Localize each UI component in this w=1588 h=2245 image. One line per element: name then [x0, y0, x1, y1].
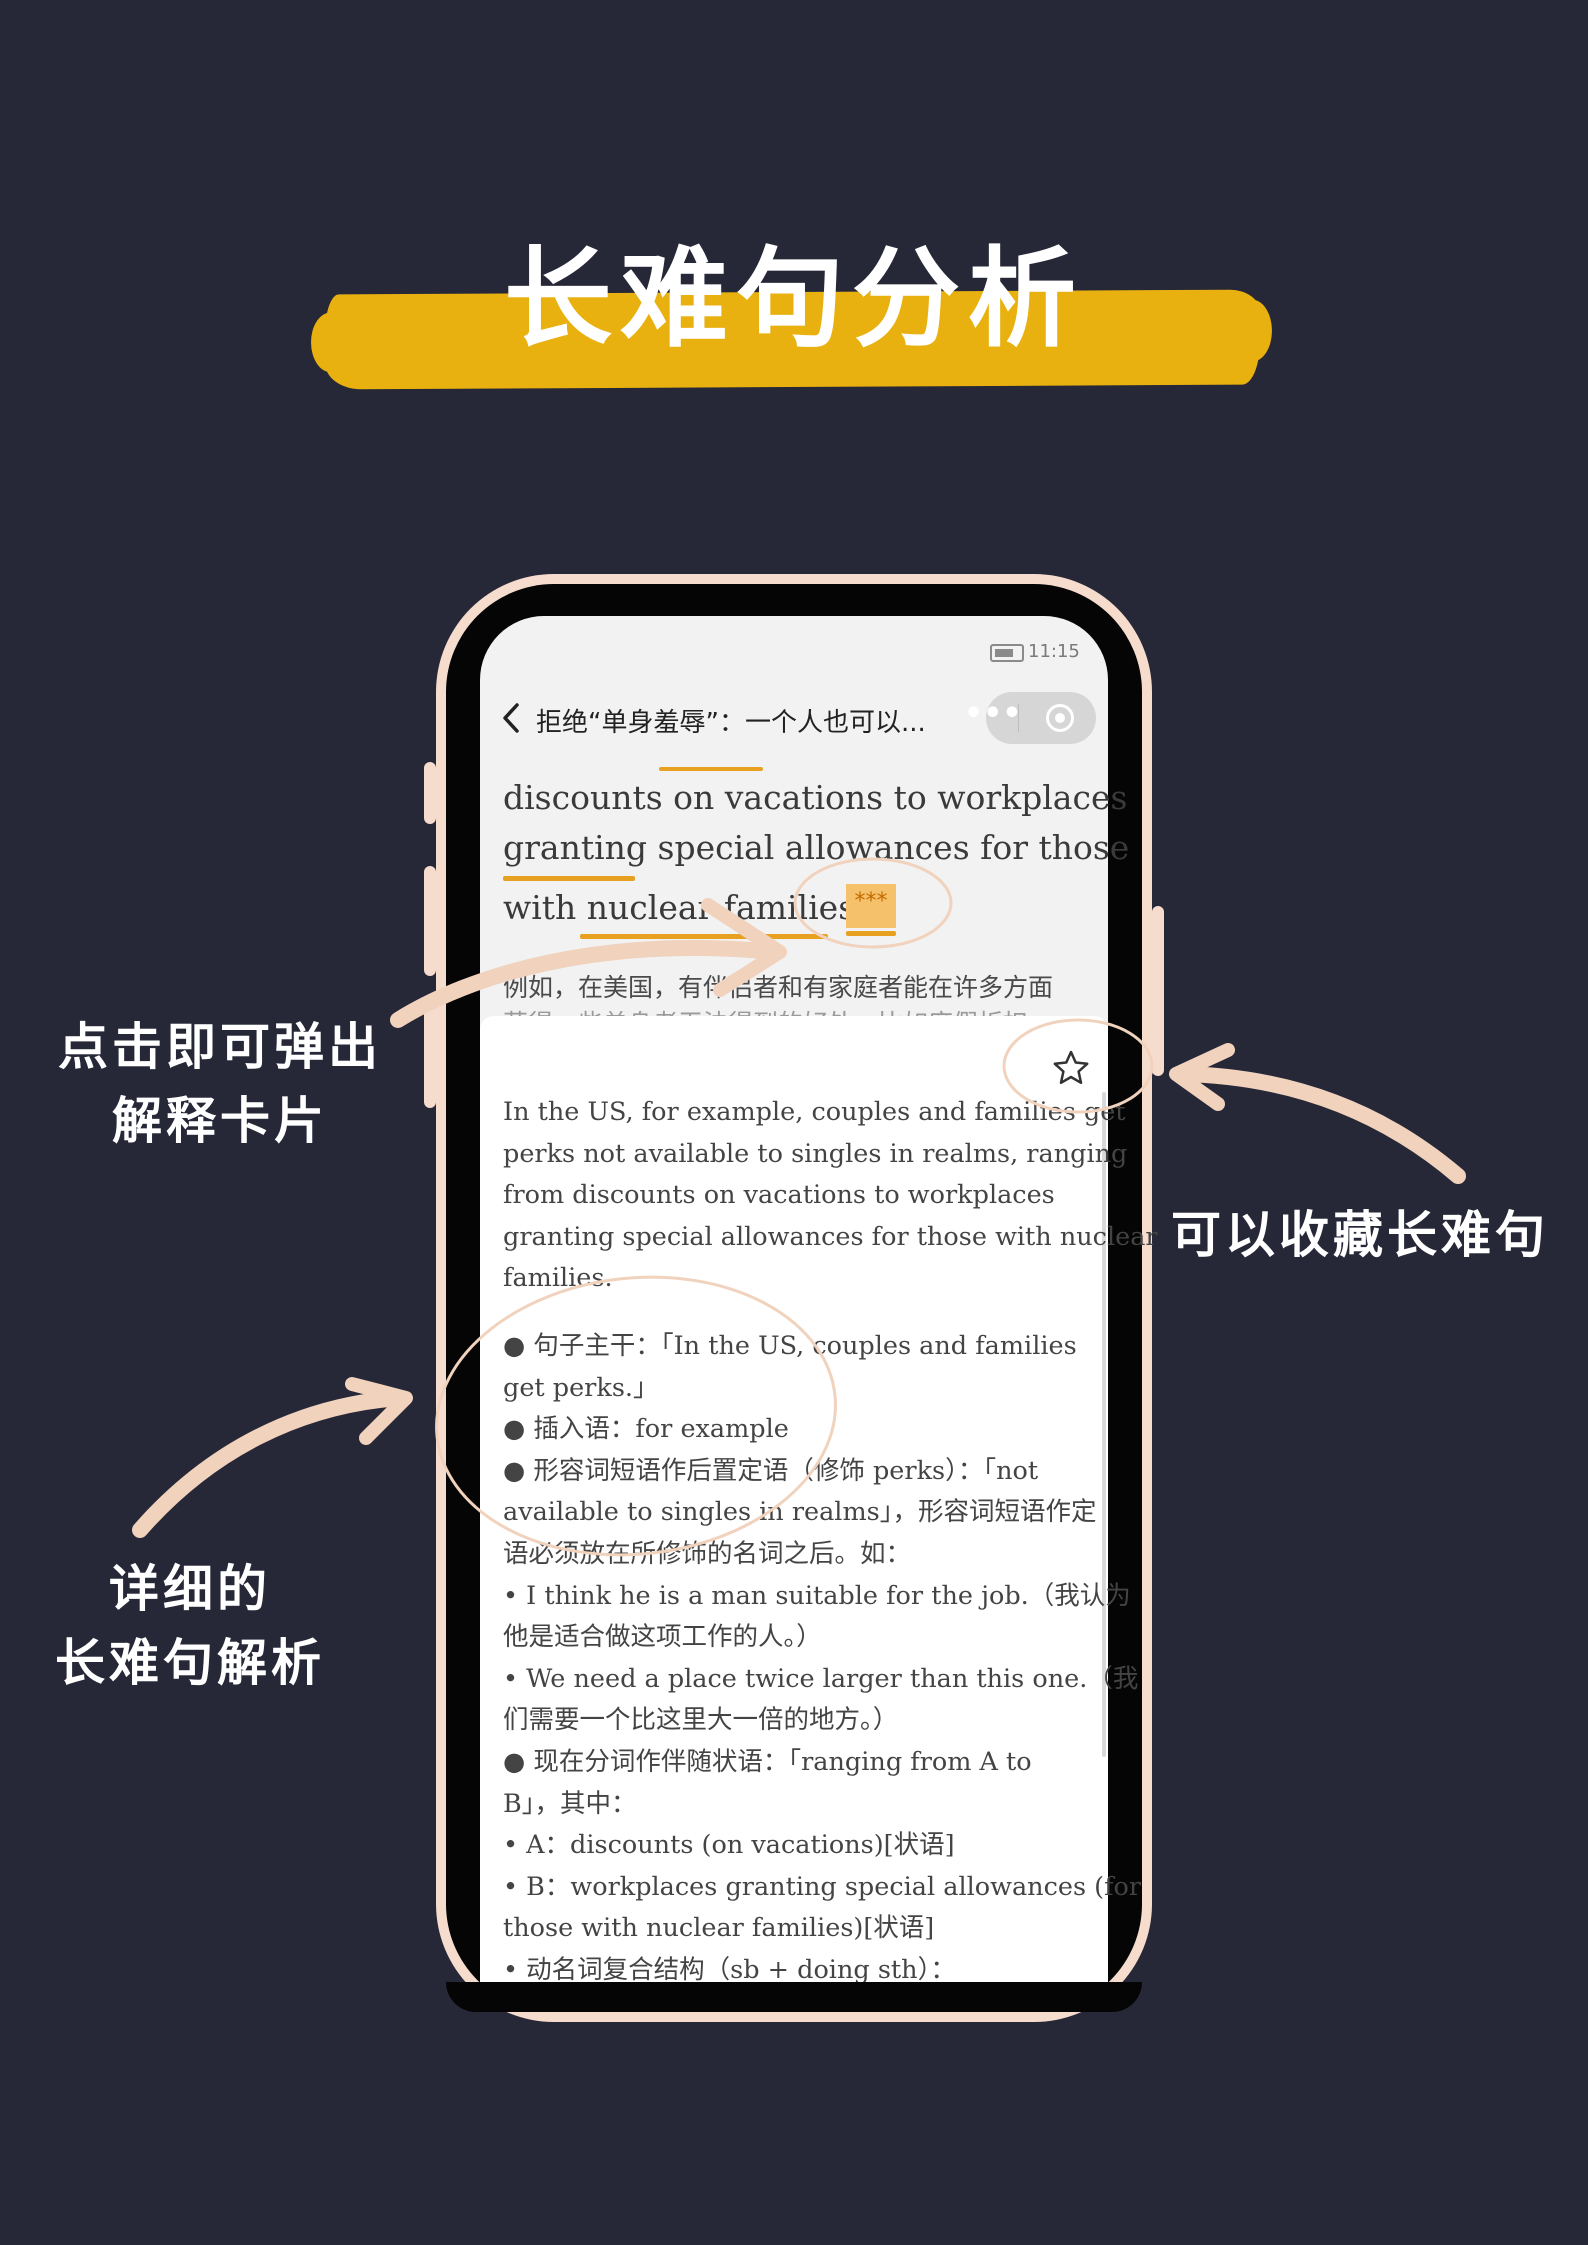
card-line: get perks.」: [503, 1372, 659, 1403]
phone-volume-up: [424, 866, 436, 976]
underline-mark: [580, 934, 828, 939]
card-line: available to singles in realms」，形容词短语作定: [503, 1497, 1097, 1528]
callout-analysis: 详细的 长难句解析: [55, 1560, 325, 1692]
star-icon[interactable]: [1050, 1048, 1092, 1088]
capsule-divider: [1018, 704, 1019, 732]
battery-icon: [990, 644, 1024, 662]
status-time: 11:15: [1028, 641, 1080, 662]
callout-favorite: 可以收藏长难句: [1171, 1206, 1549, 1264]
card-line: ● 现在分词作伴随状语：「ranging from A to: [503, 1746, 1032, 1777]
more-dots-icon[interactable]: •••: [964, 699, 1022, 729]
card-line: 们需要一个比这里大一倍的地方。）: [503, 1705, 899, 1736]
phone-power-button: [1152, 906, 1164, 1076]
bezel-bottom: [446, 1982, 1142, 2012]
card-line: granting special allowances for those wi…: [503, 1221, 1158, 1252]
nav-title: 拒绝“单身羞辱”：一个人也可以...: [536, 708, 926, 738]
article-line: with nuclear families.: [503, 888, 866, 927]
analysis-marker[interactable]: ***: [846, 884, 896, 928]
card-line: • B：workplaces granting special allowanc…: [503, 1871, 1142, 1902]
back-icon[interactable]: [496, 698, 526, 738]
underline-mark: [659, 767, 763, 771]
phone-mute-switch: [424, 762, 436, 824]
card-line: from discounts on vacations to workplace…: [503, 1180, 1055, 1211]
underline-mark: [503, 876, 635, 881]
card-line: • We need a place twice larger than this…: [503, 1663, 1139, 1694]
card-spacer: [503, 1300, 1158, 1326]
card-line: • I think he is a man suitable for the j…: [503, 1580, 1131, 1611]
translation-line: 例如，在美国，有伴侣者和有家庭者能在许多方面: [503, 973, 1054, 1002]
card-line: 语必须放在所修饰的名词之后。如：: [503, 1538, 912, 1569]
card-line: families.: [503, 1263, 613, 1294]
page-title: 长难句分析: [503, 237, 1084, 362]
card-content: In the US, for example, couples and fami…: [503, 1092, 1158, 1991]
card-line: ● 句子主干：「In the US, couples and families: [503, 1330, 1077, 1361]
phone-volume-down: [424, 998, 436, 1108]
card-line: In the US, for example, couples and fami…: [503, 1097, 1126, 1127]
target-icon[interactable]: [1046, 704, 1074, 732]
card-line: • A：discounts (on vacations)[状语]: [503, 1830, 955, 1861]
callout-popup-card: 点击即可弹出 解释卡片: [58, 1018, 382, 1150]
marker-underline: [846, 931, 896, 936]
article-line: granting special allowances for those: [503, 828, 1130, 867]
card-line: ● 形容词短语作后置定语（修饰 perks）：「not: [503, 1455, 1039, 1486]
card-line: perks not available to singles in realms…: [503, 1138, 1128, 1169]
article-line: discounts on vacations to workplaces: [503, 778, 1128, 817]
card-line: B」，其中：: [503, 1788, 637, 1819]
card-line: 他是适合做这项工作的人。）: [503, 1622, 822, 1653]
card-line: those with nuclear families)[状语]: [503, 1913, 935, 1944]
card-line: ● 插入语：for example: [503, 1414, 789, 1445]
